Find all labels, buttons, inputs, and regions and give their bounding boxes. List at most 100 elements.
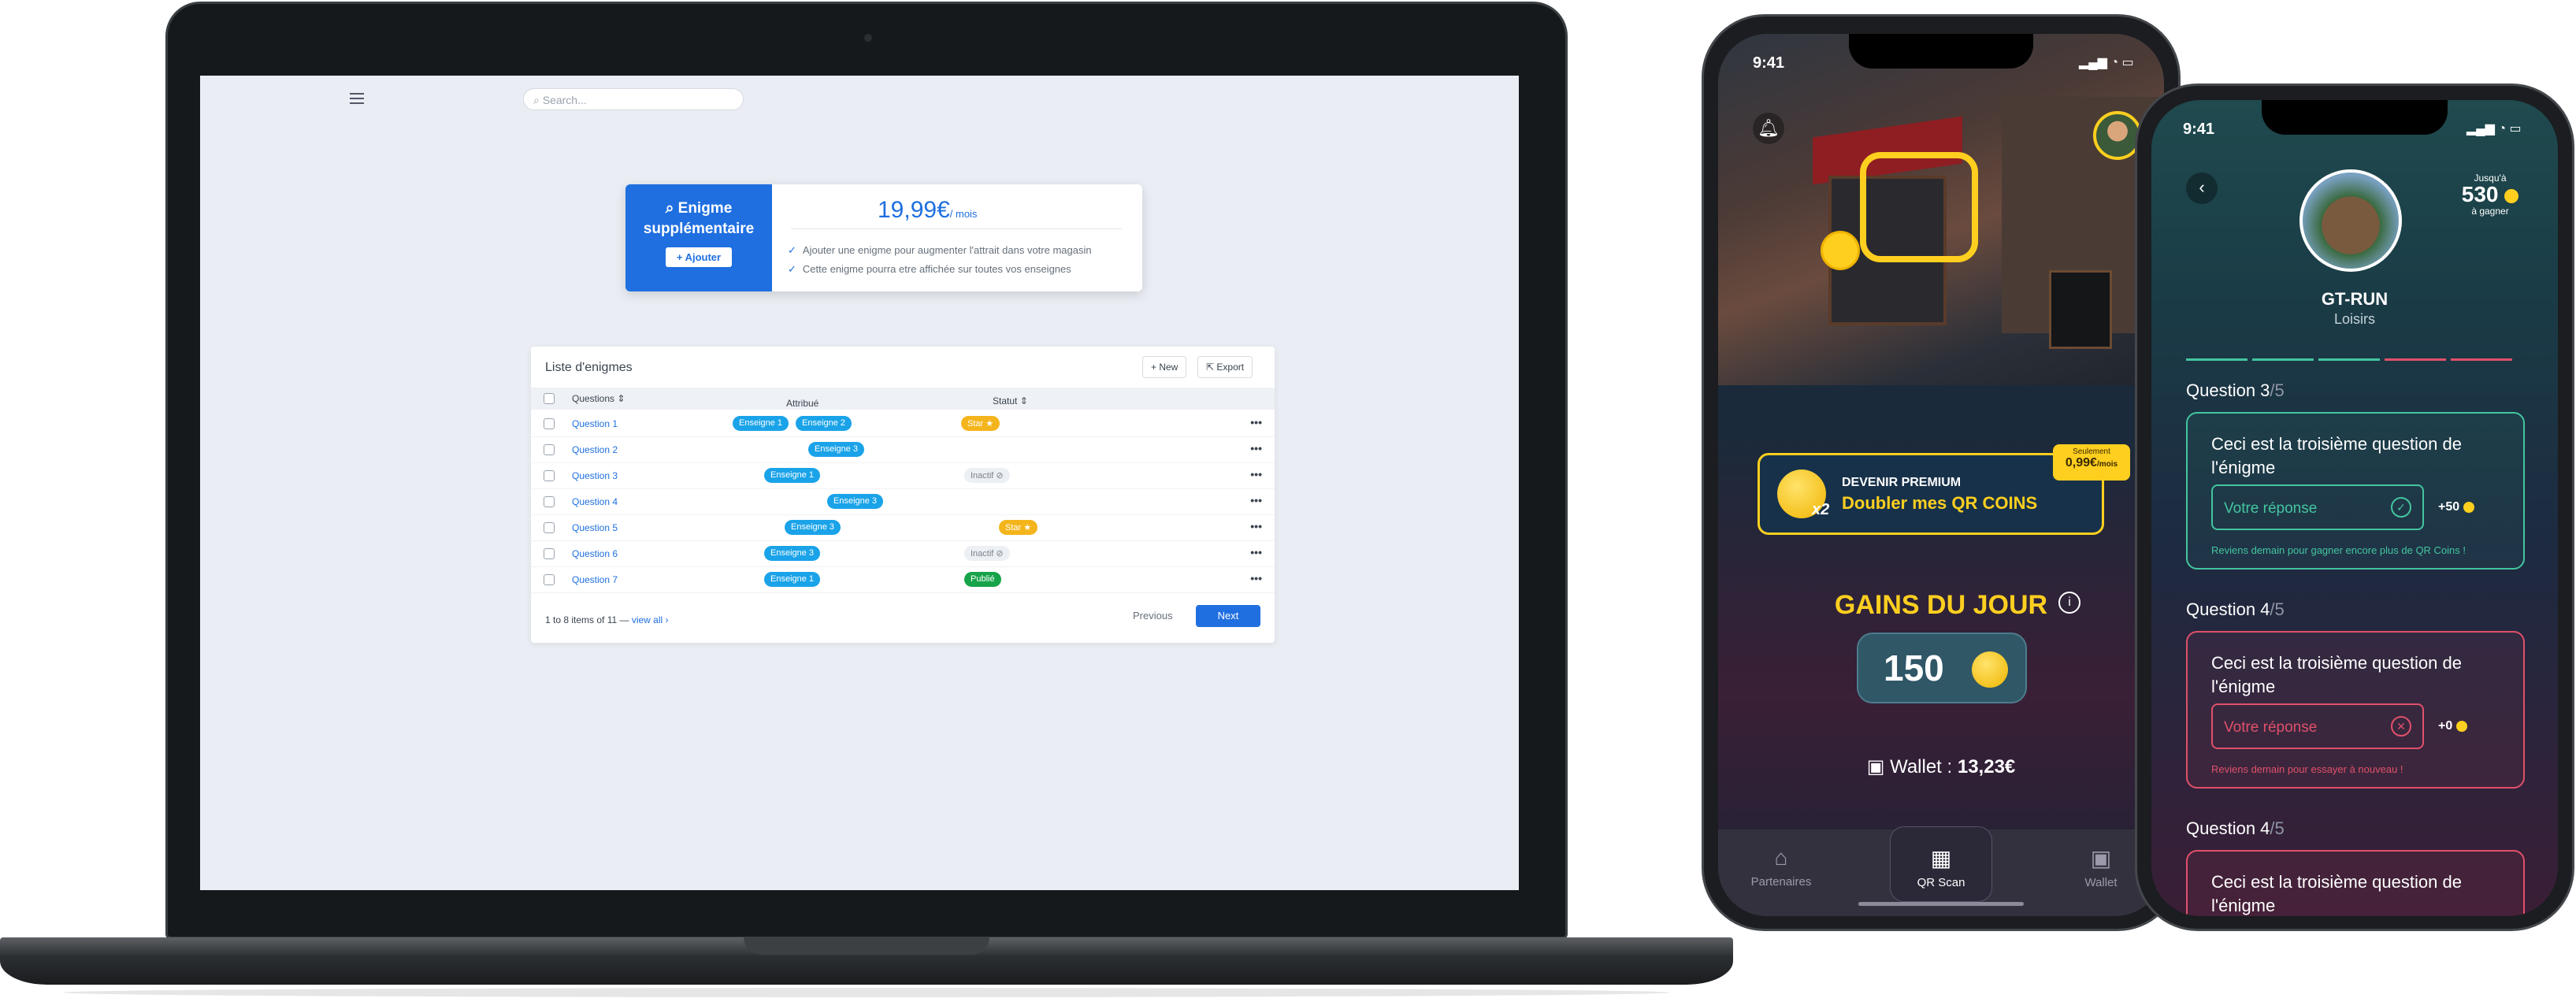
scan-frame — [1860, 152, 1978, 262]
col-statut[interactable]: Statut ⇕ — [993, 395, 1028, 406]
badge-label: Seulement — [2073, 447, 2110, 456]
gains-value-box: 150 — [1857, 633, 2027, 703]
enseigne-tag: Enseigne 3 — [827, 494, 884, 509]
previous-button[interactable]: Previous — [1133, 610, 1173, 622]
laptop-screen: ⌕ Search... ⌕ Enigme supplémentaire + Aj… — [200, 76, 1519, 890]
enigme-price: 19,99€/ mois — [878, 197, 977, 224]
question-label: Question 4 — [2186, 599, 2270, 619]
answer-text: Votre réponse — [2224, 500, 2318, 517]
next-button[interactable]: Next — [1196, 605, 1260, 627]
row-actions-icon[interactable]: ••• — [1250, 468, 1262, 481]
search-input[interactable]: ⌕ Search... — [523, 88, 744, 110]
wallet-label: Wallet : — [1890, 756, 1953, 777]
row-checkbox[interactable] — [544, 444, 555, 455]
premium-banner[interactable]: x2 DEVENIR PREMIUM Doubler mes QR COINS … — [1758, 444, 2130, 535]
enseigne-tag: Enseigne 3 — [764, 546, 821, 561]
row-actions-icon[interactable]: ••• — [1250, 546, 1262, 559]
menu-icon[interactable] — [350, 93, 364, 104]
price-badge: Seulement 0,99€/mois — [2053, 444, 2130, 481]
phone-screen: 9:41 ▂▄▆ ◔ ▭ ‹ Jusqu'à 530 à gagner GT-R… — [2151, 100, 2558, 916]
back-icon[interactable]: ‹ — [2186, 173, 2218, 204]
question-link[interactable]: Question 1 — [572, 418, 618, 429]
enseigne-tag: Enseigne 1 — [733, 416, 789, 431]
row-checkbox[interactable] — [544, 418, 555, 429]
search-icon: ⌕ — [533, 94, 543, 106]
gains-value: 150 — [1884, 648, 1944, 688]
home-indicator — [1858, 902, 2024, 906]
feedback-message: Reviens demain pour essayer à nouveau ! — [2211, 763, 2403, 775]
row-checkbox[interactable] — [544, 574, 555, 585]
qr-coin-icon[interactable] — [1821, 231, 1860, 270]
export-button[interactable]: ⇱ Export — [1197, 356, 1253, 378]
answer-input[interactable]: Votre réponse ✓ — [2211, 484, 2424, 530]
points-earned: +0 — [2438, 719, 2467, 733]
bell-icon[interactable]: 🔔︎ — [1753, 113, 1784, 144]
premium-title: DEVENIR PREMIUM — [1842, 476, 1962, 489]
answer-input[interactable]: Votre réponse ✕ — [2211, 703, 2424, 749]
partner-avatar — [2299, 169, 2402, 272]
col-label: Questions — [572, 393, 615, 404]
dynamic-island — [2262, 100, 2448, 135]
progress-segment — [2451, 358, 2512, 361]
row-checkbox[interactable] — [544, 522, 555, 533]
wallet-icon: ▣ — [1866, 756, 1891, 777]
phone-enigme: 9:41 ▂▄▆ ◔ ▭ ‹ Jusqu'à 530 à gagner GT-R… — [2135, 84, 2574, 931]
coin-icon — [2504, 188, 2519, 203]
question-total: /5 — [2270, 818, 2285, 838]
multiplier-label: x2 — [1812, 501, 1830, 518]
row-actions-icon[interactable]: ••• — [1250, 416, 1262, 429]
row-actions-icon[interactable]: ••• — [1250, 520, 1262, 533]
table-header: Questions ⇕ Attribué Statut ⇕ — [531, 388, 1275, 410]
max-gain: Jusqu'à 530 à gagner — [2451, 173, 2530, 217]
tab-qr-scan[interactable]: ▦ QR Scan — [1878, 845, 2004, 889]
table-title: Liste d'enigmes — [545, 361, 633, 374]
question-link[interactable]: Question 7 — [572, 574, 618, 585]
tab-partenaires[interactable]: ⌂ Partenaires — [1718, 845, 1844, 889]
pagination-info: 1 to 8 items of 11 — view all › — [545, 614, 669, 625]
question-text: Ceci est la troisième question de l'énig… — [2211, 872, 2462, 915]
table-row: Question 2 Enseigne 3 ••• — [531, 437, 1275, 463]
question-link[interactable]: Question 2 — [572, 444, 618, 455]
progress-segment — [2186, 358, 2248, 361]
row-checkbox[interactable] — [544, 496, 555, 507]
row-actions-icon[interactable]: ••• — [1250, 442, 1262, 455]
table-row: Question 4 Enseigne 3 ••• — [531, 489, 1275, 515]
ajouter-button[interactable]: + Ajouter — [665, 247, 733, 267]
check-icon: ✓ — [2391, 497, 2411, 518]
enseigne-tag: Enseigne 1 — [764, 468, 821, 483]
enigmes-table-card: Liste d'enigmes + New ⇱ Export Questions… — [531, 347, 1275, 643]
info-icon[interactable]: i — [2058, 592, 2080, 614]
row-actions-icon[interactable]: ••• — [1250, 494, 1262, 507]
status-icons: ▂▄▆ ◔ ▭ — [2079, 56, 2134, 69]
wallet-balance: ▣ Wallet : 13,23€ — [1718, 755, 2164, 778]
row-checkbox[interactable] — [544, 470, 555, 481]
qr-icon: ▦ — [1930, 846, 1952, 870]
tab-label: QR Scan — [1917, 876, 1965, 889]
price-period: / mois — [949, 208, 978, 220]
search-placeholder: Search... — [542, 94, 587, 106]
new-button[interactable]: + New — [1142, 356, 1187, 378]
status-icons: ▂▄▆ ◔ ▭ — [2467, 122, 2522, 135]
question-link[interactable]: Question 3 — [572, 470, 618, 481]
points-value: +50 — [2438, 500, 2460, 514]
question-link[interactable]: Question 4 — [572, 496, 618, 507]
col-questions[interactable]: Questions ⇕ — [572, 393, 625, 404]
partner-name: GT-RUN — [2321, 289, 2389, 309]
price-value: 19,99€ — [878, 197, 950, 223]
select-all-checkbox[interactable] — [544, 393, 555, 404]
question-link[interactable]: Question 6 — [572, 548, 618, 559]
wallet-value: 13,23€ — [1957, 756, 2016, 777]
partner-category: Loisirs — [2333, 311, 2375, 327]
status-badge: Inactif ⊘ — [964, 468, 1010, 483]
question-header: Question 4/5 — [2186, 818, 2285, 839]
question-total: /5 — [2270, 380, 2285, 400]
coin-icon — [1972, 651, 2008, 688]
max-gain-suffix: à gagner — [2471, 206, 2509, 217]
view-all-link[interactable]: view all › — [632, 614, 669, 625]
row-actions-icon[interactable]: ••• — [1250, 572, 1262, 584]
question-link[interactable]: Question 5 — [572, 522, 618, 533]
question-total: /5 — [2270, 599, 2285, 619]
status-badge: Inactif ⊘ — [964, 546, 1010, 561]
external-link-icon: ⇱ — [1206, 362, 1217, 373]
row-checkbox[interactable] — [544, 548, 555, 559]
